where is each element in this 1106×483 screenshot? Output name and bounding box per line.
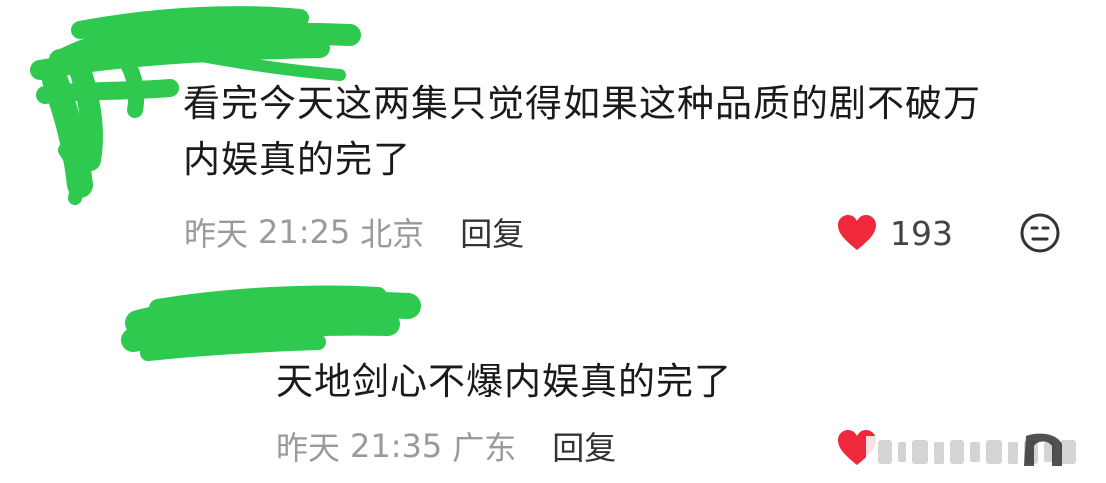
comment-1-text: 看完今天这两集只觉得如果这种品质的剧不破万 内娱真的完了 [183,76,981,188]
comment-1-line-2: 内娱真的完了 [183,138,411,181]
comment-2-meta: 昨天 21:35 广东 回复 [276,424,616,468]
comment-1-reply-button[interactable]: 回复 [460,209,524,255]
comment-1-day: 昨天 [184,215,249,253]
comment-1-like-count: 193 [890,213,953,253]
comment-2-location: 广东 [452,429,517,467]
face-icon[interactable] [1018,211,1062,255]
comment-2-line-1: 天地剑心不爆内娱真的完了 [276,360,732,403]
watermark [866,433,1096,466]
comment-1-like-button[interactable]: 193 [836,211,953,255]
comment-2-reply-button[interactable]: 回复 [552,423,616,469]
comment-2-time: 21:35 [350,427,443,465]
comment-2-text: 天地剑心不爆内娱真的完了 [276,354,732,410]
comment-1-location: 北京 [360,215,425,253]
comment-1-line-1: 看完今天这两集只觉得如果这种品质的剧不破万 [183,82,981,125]
comment-1-time: 21:25 [258,213,351,251]
heart-icon [838,215,876,250]
comment-2-day: 昨天 [276,429,341,467]
comment-1-meta: 昨天 21:25 北京 回复 [184,210,524,254]
comment-thread: 看完今天这两集只觉得如果这种品质的剧不破万 内娱真的完了 昨天 21:25 北京… [0,0,1106,483]
